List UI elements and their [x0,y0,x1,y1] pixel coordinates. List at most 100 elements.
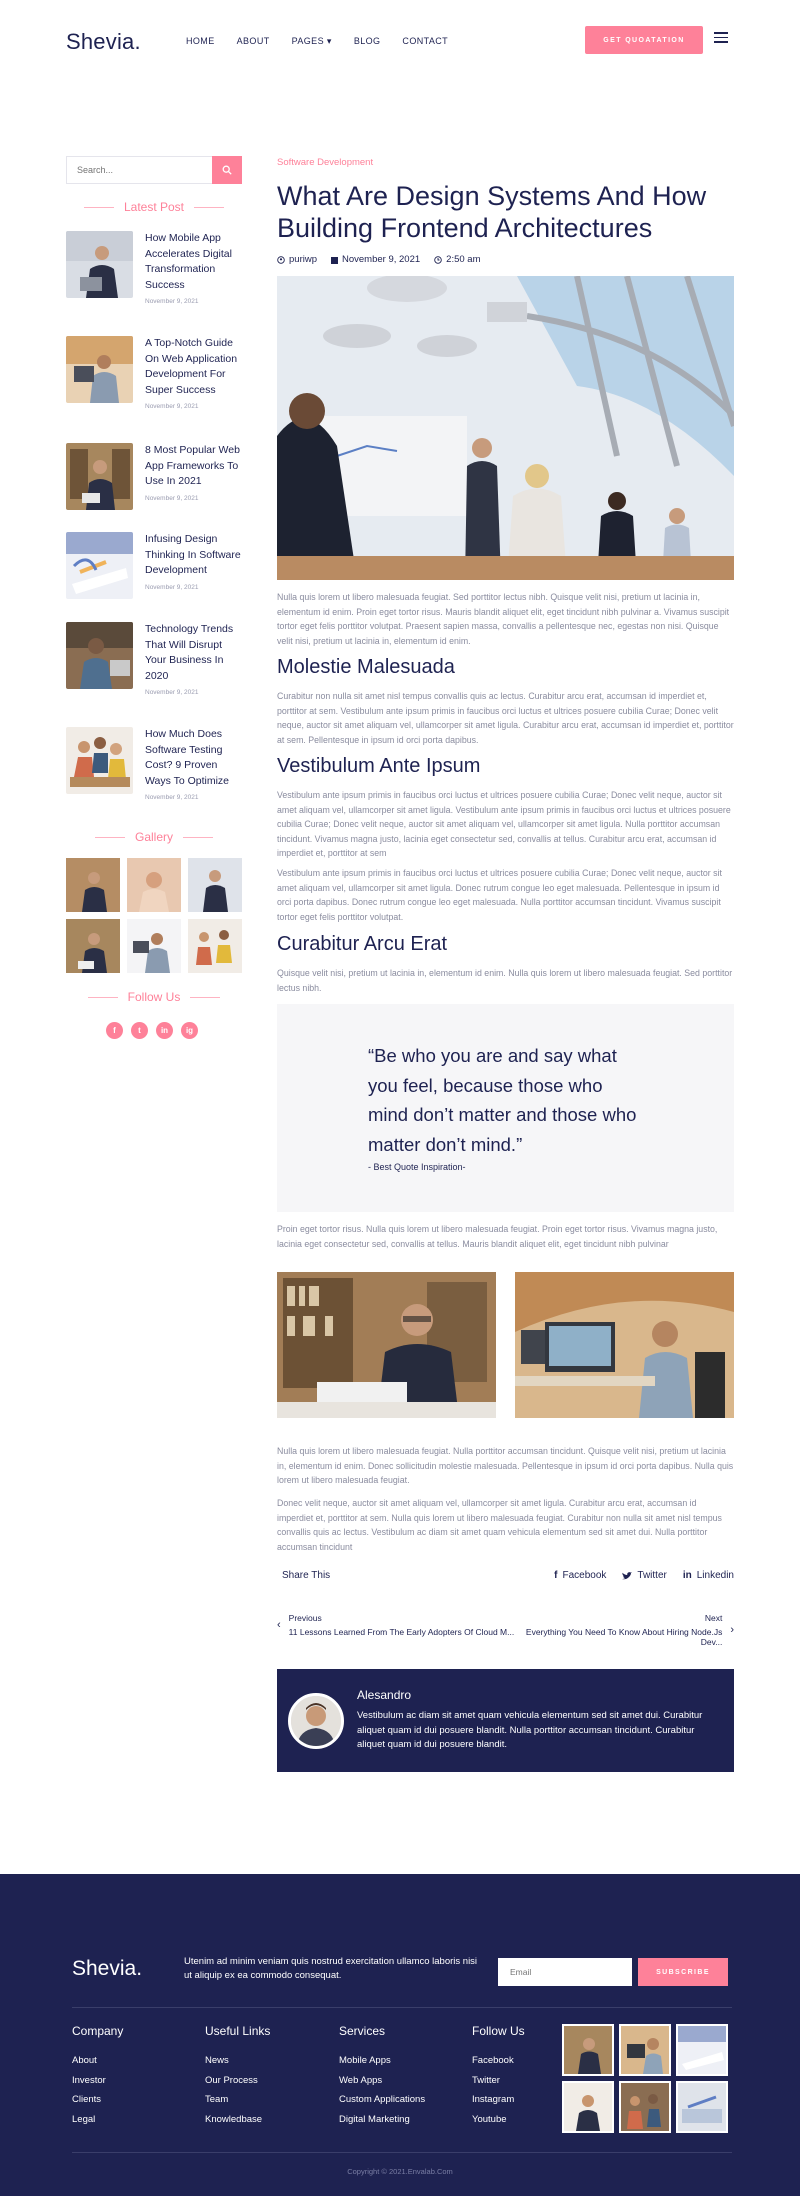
newsletter-email-input[interactable] [498,1958,632,1986]
footer-link[interactable]: Youtube [472,2110,525,2130]
post-date: November 9, 2021 [145,689,199,696]
share-bar: Share This f Facebook Twitter in Linkedin [277,1570,734,1581]
article-paragraph: Donec velit neque, auctor sit amet aliqu… [277,1498,722,1552]
author-name: Alesandro [357,1688,412,1702]
footer-link[interactable]: Team [205,2090,270,2110]
footer-link[interactable]: Our Process [205,2071,270,2091]
footer-column-company: Company About Investor Clients Legal [72,2024,123,2129]
footer-link[interactable]: Facebook [472,2051,525,2071]
post-title[interactable]: How Much Does Software Testing Cost? 9 P… [145,727,242,789]
post-thumbnail[interactable] [66,336,133,403]
footer-column-useful-links: Useful Links News Our Process Team Knowl… [205,2024,270,2129]
latest-post-title: Latest Post [66,200,242,214]
post-thumbnail[interactable] [66,532,133,599]
next-post-link[interactable]: Next Everything You Need To Know About H… [506,1613,734,1647]
search-input[interactable] [67,157,212,183]
post-title[interactable]: Technology Trends That Will Disrupt Your… [145,622,242,684]
footer-link[interactable]: Legal [72,2110,123,2130]
post-thumbnail[interactable] [66,443,133,510]
gallery-image[interactable] [676,2024,728,2076]
gallery-image[interactable] [676,2081,728,2133]
latest-post-item[interactable]: 8 Most Popular Web App Frameworks To Use… [66,443,242,510]
footer-gallery [562,2024,728,2133]
latest-post-item[interactable]: How Much Does Software Testing Cost? 9 P… [66,727,242,801]
footer-link[interactable]: Clients [72,2090,123,2110]
footer-divider [72,2007,732,2008]
post-title[interactable]: How Mobile App Accelerates Digital Trans… [145,231,242,293]
footer-link[interactable]: Knowledbase [205,2110,270,2130]
footer-link[interactable]: News [205,2051,270,2071]
chevron-left-icon: ‹ [277,1619,281,1631]
footer-column-title: Useful Links [205,2024,271,2038]
article-image [277,1272,496,1418]
gallery-image[interactable] [188,858,242,912]
post-title[interactable]: 8 Most Popular Web App Frameworks To Use… [145,443,242,490]
footer-link[interactable]: Instagram [472,2090,525,2110]
linkedin-icon[interactable]: in [156,1022,173,1039]
footer-link[interactable]: Twitter [472,2071,525,2091]
twitter-icon[interactable]: t [131,1022,148,1039]
post-title[interactable]: A Top-Notch Guide On Web Application Dev… [145,336,242,398]
search-button[interactable] [212,156,242,184]
footer-link[interactable]: Digital Marketing [339,2110,425,2130]
gallery-image[interactable] [66,919,120,973]
previous-post-link[interactable]: ‹ Previous 11 Lessons Learned From The E… [277,1613,514,1637]
post-thumbnail[interactable] [66,231,133,298]
article-author[interactable]: puriwp [277,254,317,265]
gallery-image[interactable] [188,919,242,973]
clock-icon [434,255,442,264]
post-category[interactable]: Software Development [277,157,373,168]
share-linkedin[interactable]: in Linkedin [683,1570,734,1581]
chevron-right-icon: › [730,1624,734,1636]
nav-pages[interactable]: PAGES ▾ [292,36,332,47]
footer-link[interactable]: Investor [72,2071,123,2091]
sidebar-search [66,156,242,184]
copyright-text: Copyright © 2021.Envalab.Com [347,2167,453,2176]
gallery-image[interactable] [562,2081,614,2133]
gallery-image[interactable] [127,858,181,912]
instagram-icon[interactable]: ig [181,1022,198,1039]
hamburger-menu-icon[interactable] [714,32,728,43]
nav-home[interactable]: HOME [186,36,215,47]
post-date: November 9, 2021 [145,298,199,305]
facebook-icon[interactable]: f [106,1022,123,1039]
post-title[interactable]: Infusing Design Thinking In Software Dev… [145,532,242,579]
footer-link[interactable]: About [72,2051,123,2071]
post-thumbnail[interactable] [66,727,133,794]
footer-column-services: Services Mobile Apps Web Apps Custom App… [339,2024,425,2129]
section-heading: Vestibulum Ante Ipsum [277,755,481,777]
get-quotation-button[interactable]: GET QUOATATION [585,26,703,54]
site-logo[interactable]: Shevia. [66,29,141,55]
footer-link[interactable]: Web Apps [339,2071,425,2091]
footer-logo[interactable]: Shevia. [72,1957,142,1981]
article-paragraph: Proin eget tortor risus. Nulla quis lore… [277,1224,718,1249]
latest-post-item[interactable]: How Mobile App Accelerates Digital Trans… [66,231,242,305]
subscribe-button[interactable]: SUBSCRIBE [638,1958,728,1986]
gallery-image[interactable] [619,2081,671,2133]
share-label: Share This [282,1570,331,1581]
article-hero-image [277,276,734,580]
footer-link[interactable]: Mobile Apps [339,2051,425,2071]
article-date: November 9, 2021 [331,254,420,265]
gallery-title: Gallery [66,830,242,844]
nav-blog[interactable]: BLOG [354,36,381,47]
chevron-down-icon: ▾ [326,36,332,46]
article-paragraph: Vestibulum ante ipsum primis in faucibus… [277,868,722,922]
gallery-image[interactable] [127,919,181,973]
latest-post-item[interactable]: Technology Trends That Will Disrupt Your… [66,622,242,696]
gallery-image[interactable] [66,858,120,912]
article-paragraph: Nulla quis lorem ut libero malesuada feu… [277,592,730,646]
share-twitter[interactable]: Twitter [622,1570,667,1581]
nav-about[interactable]: ABOUT [237,36,270,47]
article-paragraph: Curabitur non nulla sit amet nisl tempus… [277,691,734,745]
nav-contact[interactable]: CONTACT [402,36,448,47]
post-thumbnail[interactable] [66,622,133,689]
search-icon [222,165,232,175]
user-icon [277,255,285,264]
latest-post-item[interactable]: Infusing Design Thinking In Software Dev… [66,532,242,599]
latest-post-item[interactable]: A Top-Notch Guide On Web Application Dev… [66,336,242,410]
gallery-image[interactable] [619,2024,671,2076]
footer-link[interactable]: Custom Applications [339,2090,425,2110]
gallery-image[interactable] [562,2024,614,2076]
share-facebook[interactable]: f Facebook [554,1570,606,1581]
